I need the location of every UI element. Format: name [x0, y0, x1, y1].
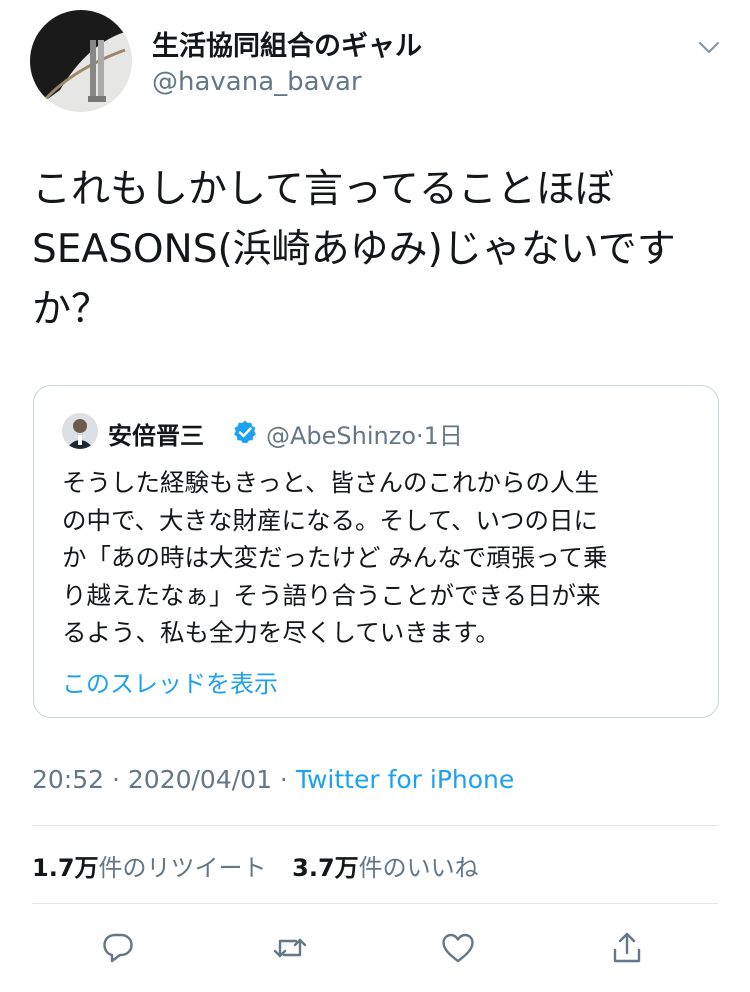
- quoted-handle: @AbeShinzo: [266, 422, 417, 450]
- like-count: 3.7万: [292, 854, 359, 882]
- like-label: 件のいいね: [358, 854, 479, 882]
- tweet-stats: 1.7万件のリツイート 3.7万件のいいね: [32, 848, 497, 883]
- tweet-date: 2020/04/01: [127, 765, 272, 794]
- quoted-handle-and-age: @AbeShinzo·1日: [266, 416, 463, 451]
- quoted-author-avatar: [62, 413, 98, 449]
- quoted-text-line: そうした経験もきっと、皆さんのこれからの人生: [62, 468, 600, 497]
- like-icon[interactable]: [430, 920, 486, 976]
- tweet-actions: [0, 920, 750, 976]
- meta-separator: ·: [271, 765, 296, 794]
- quoted-text-line: の中で、大きな財産になる。そして、いつの日に: [62, 505, 599, 535]
- author-avatar[interactable]: [30, 10, 132, 112]
- meta-separator: ·: [104, 765, 128, 794]
- show-thread-link[interactable]: このスレッドを表示: [62, 664, 278, 699]
- like-count-link[interactable]: 3.7万件のいいね: [292, 854, 479, 882]
- author-handle[interactable]: @havana_bavar: [152, 67, 362, 97]
- retweet-count: 1.7万: [32, 854, 99, 882]
- verified-badge-icon: [232, 419, 258, 445]
- retweet-icon[interactable]: [262, 920, 318, 976]
- tweet-text-line: か？: [32, 287, 111, 332]
- reply-icon[interactable]: [90, 920, 146, 976]
- quoted-text-line: か「あの時は大変だったけど みんなで頑張って乗: [62, 543, 608, 572]
- tweet-header: 生活協同組合のギャル @havana_bavar: [30, 10, 730, 120]
- tweet-text: これもしかして言ってることほぼ SEASONS(浜崎あゆみ)じゃないです か？: [32, 160, 722, 340]
- quoted-display-name: 安倍晋三: [108, 422, 204, 450]
- chevron-down-icon[interactable]: [694, 32, 724, 62]
- retweet-count-link[interactable]: 1.7万件のリツイート: [32, 854, 267, 882]
- quoted-age: ·1日: [416, 422, 463, 450]
- quoted-text-line: り越えたなぁ」そう語り合うことができる日が来: [62, 580, 601, 610]
- author-display-name[interactable]: 生活協同組合のギャル: [152, 24, 422, 63]
- quoted-tweet-card[interactable]: 安倍晋三 @AbeShinzo·1日 そうした経験もきっと、皆さんのこれからの人…: [33, 385, 719, 718]
- tweet-meta: 20:52 · 2020/04/01 · Twitter for iPhone: [32, 765, 514, 794]
- quoted-text: そうした経験もきっと、皆さんのこれからの人生 の中で、大きな財産になる。そして、…: [62, 464, 702, 652]
- divider: [32, 825, 718, 826]
- divider: [32, 903, 718, 904]
- tweet-text-line: SEASONS(浜崎あゆみ)じゃないです: [32, 227, 676, 272]
- tweet-text-line: これもしかして言ってることほぼ: [32, 167, 614, 212]
- share-icon[interactable]: [599, 920, 655, 976]
- tweet-source-link[interactable]: Twitter for iPhone: [296, 765, 514, 794]
- retweet-label: 件のリツイート: [98, 854, 267, 882]
- quoted-text-line: るよう、私も全力を尽くしていきます。: [62, 618, 500, 647]
- tweet-time: 20:52: [32, 765, 105, 794]
